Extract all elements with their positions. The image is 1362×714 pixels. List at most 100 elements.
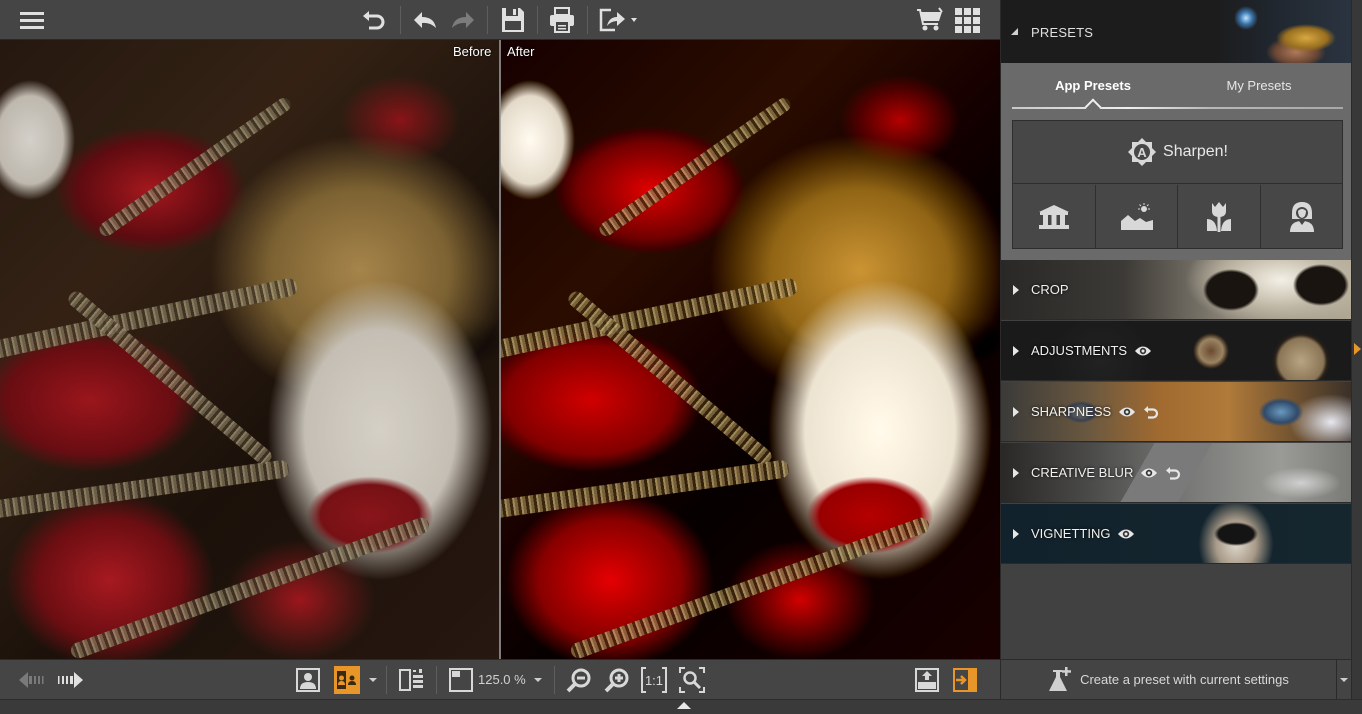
undo-button[interactable] xyxy=(409,4,441,36)
presets-body: App Presets My Presets A Sharpen! xyxy=(1001,63,1351,260)
undo-icon xyxy=(414,12,436,28)
save-icon xyxy=(502,8,524,32)
zoom-in-button[interactable] xyxy=(603,666,631,694)
sharpen-preset-button[interactable]: A Sharpen! xyxy=(1013,121,1342,184)
zoom-out-button[interactable] xyxy=(565,666,593,694)
zoom-level-value[interactable]: 125.0 % xyxy=(478,672,526,687)
after-label: After xyxy=(507,44,535,59)
tab-my-presets[interactable]: My Presets xyxy=(1179,78,1339,93)
zoom-level-dropdown[interactable] xyxy=(531,666,545,694)
presets-section-header[interactable]: PRESETS xyxy=(1001,0,1351,63)
landscape-icon xyxy=(1120,202,1153,230)
create-preset-label: Create a preset with current settings xyxy=(1080,672,1289,687)
zoom-fit-icon xyxy=(679,667,705,693)
create-preset-button[interactable]: Create a preset with current settings xyxy=(1001,659,1337,699)
previous-image-icon xyxy=(19,672,44,688)
section-crop[interactable]: CROP xyxy=(1001,260,1351,320)
menu-button[interactable] xyxy=(16,4,48,36)
menu-icon xyxy=(20,12,44,29)
expand-panel-arrow-icon[interactable] xyxy=(1354,343,1361,355)
single-view-icon xyxy=(296,668,320,692)
section-label: CREATIVE BLUR xyxy=(1031,465,1134,480)
eye-icon[interactable] xyxy=(1117,528,1135,540)
toolbar-separator xyxy=(436,666,437,694)
portrait-icon xyxy=(1289,201,1314,232)
compare-toggle-button[interactable] xyxy=(398,666,426,694)
next-image-icon xyxy=(58,672,83,688)
section-vignetting[interactable]: VIGNETTING xyxy=(1001,504,1351,564)
expand-filmstrip-icon[interactable] xyxy=(677,702,691,709)
cart-icon xyxy=(917,7,943,31)
zoom-1to1-icon: 1:1 xyxy=(641,667,667,693)
eye-icon[interactable] xyxy=(1118,406,1136,418)
presets-title: PRESETS xyxy=(1031,25,1094,40)
toolbar-separator xyxy=(554,666,555,694)
preset-portrait-button[interactable] xyxy=(1261,185,1342,248)
grid-icon xyxy=(955,8,980,33)
preset-grid: A Sharpen! xyxy=(1012,120,1343,249)
preset-nature-button[interactable] xyxy=(1178,185,1261,248)
export-button[interactable] xyxy=(914,666,940,694)
toolbar-separator xyxy=(587,6,588,34)
after-image xyxy=(500,40,1000,659)
preset-landscape-button[interactable] xyxy=(1096,185,1178,248)
split-view-button[interactable] xyxy=(334,666,360,694)
expand-triangle-icon xyxy=(1013,346,1019,356)
auto-badge-icon: A xyxy=(1128,138,1157,166)
tab-underline xyxy=(1012,107,1343,109)
section-sharpness[interactable]: SHARPNESS xyxy=(1001,382,1351,442)
architecture-icon xyxy=(1039,204,1069,229)
create-preset-dropdown[interactable] xyxy=(1337,659,1351,699)
panel-toggle-icon xyxy=(953,668,977,692)
toolbar-separator xyxy=(487,6,488,34)
single-view-button[interactable] xyxy=(295,666,321,694)
eye-icon[interactable] xyxy=(1134,345,1152,357)
zoom-out-icon xyxy=(566,668,591,693)
print-icon xyxy=(550,7,574,33)
svg-text:A: A xyxy=(1137,145,1147,160)
view-mode-dropdown[interactable] xyxy=(366,666,380,694)
top-toolbar xyxy=(0,0,1000,40)
toolbar-separator xyxy=(400,6,401,34)
before-image xyxy=(0,40,500,659)
section-label: ADJUSTMENTS xyxy=(1031,343,1128,358)
print-button[interactable] xyxy=(546,4,578,36)
compare-toggle-icon xyxy=(399,669,423,691)
chevron-down-icon xyxy=(534,678,542,682)
before-label: Before xyxy=(453,44,492,59)
section-adjustments[interactable]: ADJUSTMENTS xyxy=(1001,321,1351,381)
share-button[interactable] xyxy=(598,4,640,36)
expand-triangle-icon xyxy=(1013,285,1019,295)
chevron-down-icon xyxy=(369,678,377,682)
share-icon xyxy=(599,8,637,32)
reset-icon[interactable] xyxy=(1143,405,1159,419)
previous-image-button[interactable] xyxy=(18,666,46,694)
toolbar-separator xyxy=(537,6,538,34)
sharpen-label: Sharpen! xyxy=(1163,143,1228,160)
zoom-fit-button[interactable] xyxy=(678,666,706,694)
navigator-icon xyxy=(449,668,473,692)
nature-icon xyxy=(1207,201,1231,232)
toolbar-separator xyxy=(386,666,387,694)
panel-toggle-button[interactable] xyxy=(952,666,978,694)
zoom-1to1-button[interactable]: 1:1 xyxy=(640,666,668,694)
save-button[interactable] xyxy=(497,4,529,36)
apps-grid-button[interactable] xyxy=(951,4,983,36)
redo-button[interactable] xyxy=(447,4,479,36)
split-view-icon xyxy=(337,671,356,689)
split-divider-handle[interactable] xyxy=(499,40,501,659)
undo-all-icon xyxy=(363,11,385,30)
image-canvas[interactable]: Before After xyxy=(0,40,1000,659)
shop-button[interactable] xyxy=(914,4,946,36)
section-creative-blur[interactable]: CREATIVE BLUR xyxy=(1001,443,1351,503)
next-image-button[interactable] xyxy=(56,666,84,694)
eye-icon[interactable] xyxy=(1140,467,1158,479)
reset-icon[interactable] xyxy=(1165,466,1181,480)
tab-app-presets[interactable]: App Presets xyxy=(1013,78,1173,93)
preset-architecture-button[interactable] xyxy=(1013,185,1096,248)
navigator-button[interactable] xyxy=(449,666,473,694)
right-panel: PRESETS App Presets My Presets A Sharpen… xyxy=(1000,0,1351,699)
bottom-toolbar: 125.0 % 1:1 xyxy=(0,659,1000,699)
undo-all-button[interactable] xyxy=(358,4,390,36)
zoom-in-icon xyxy=(604,668,629,693)
